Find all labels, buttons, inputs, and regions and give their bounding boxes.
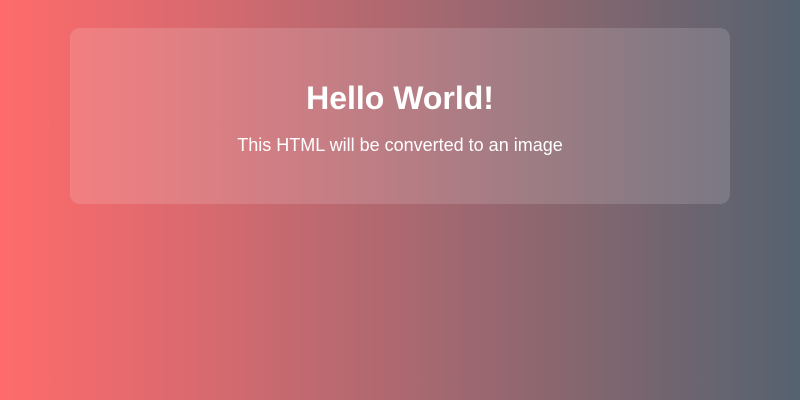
page-background: { "colors": { "gradient_start": "#ff6b6b… bbox=[0, 0, 800, 400]
card-title: Hello World! bbox=[306, 80, 494, 116]
card-subtitle: This HTML will be converted to an image bbox=[237, 135, 563, 155]
content-card: Hello World! This HTML will be converted… bbox=[70, 28, 730, 204]
